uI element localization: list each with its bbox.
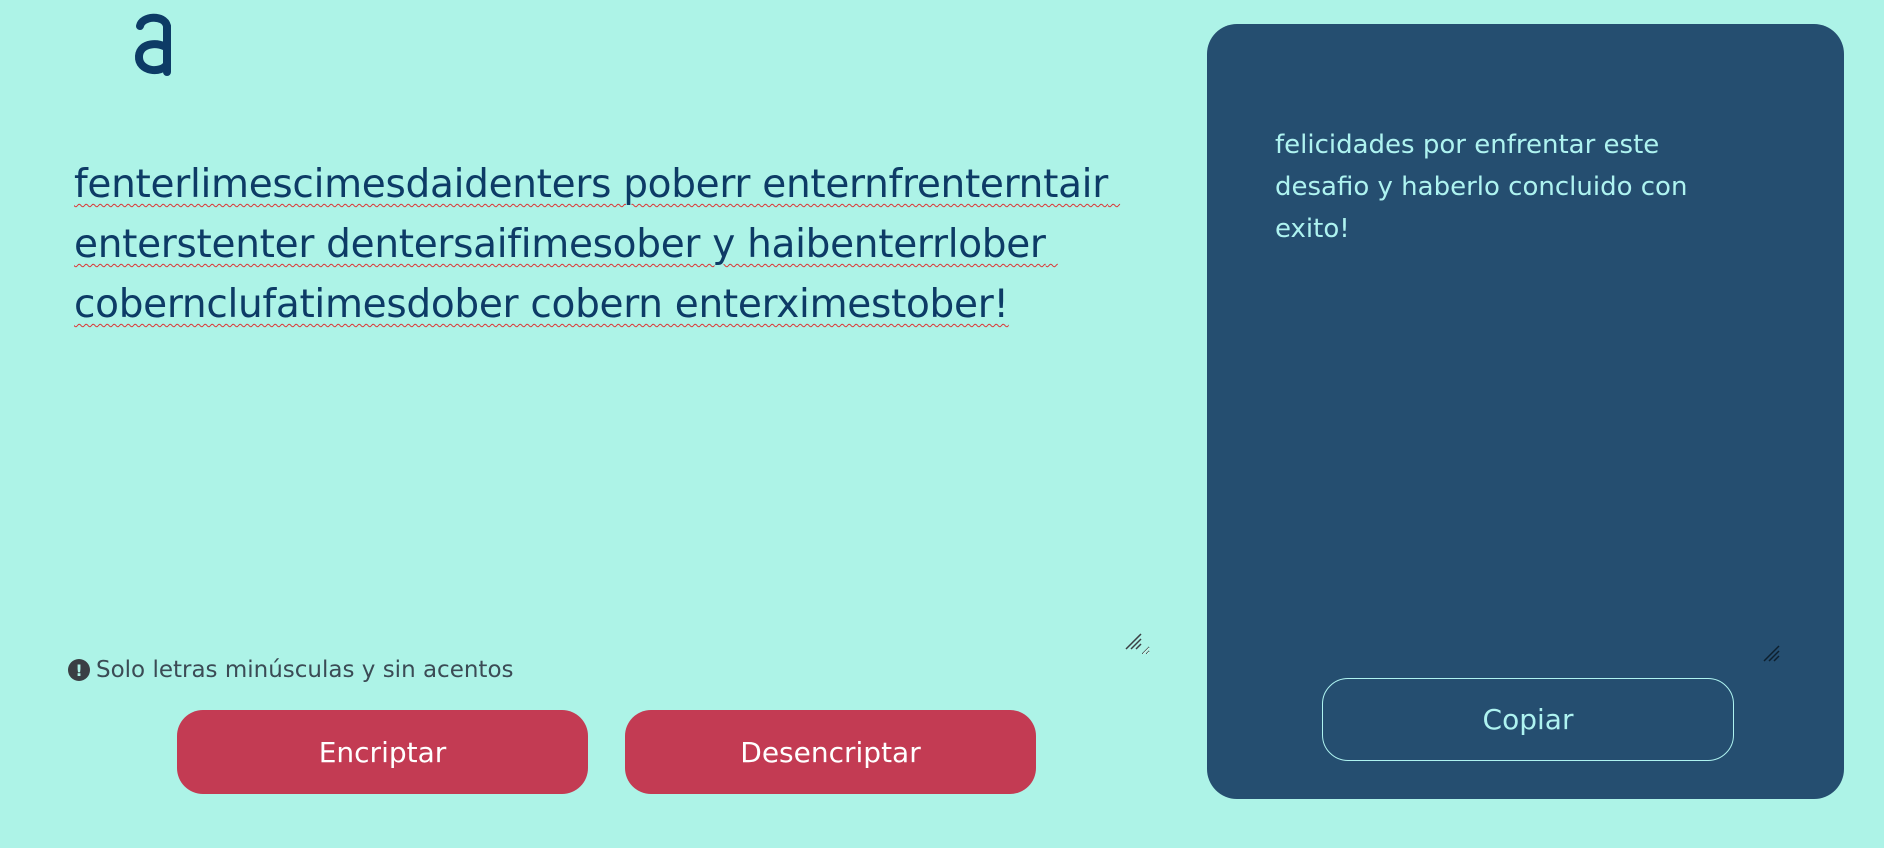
resize-handle-icon[interactable] [1124, 632, 1142, 650]
input-hint: ! Solo letras minúsculas y sin acentos [68, 656, 514, 684]
output-text[interactable]: felicidades por enfrentar este desafio y… [1275, 124, 1755, 250]
message-input[interactable]: fenterlimescimesdaidenters poberr entern… [60, 155, 1150, 655]
resize-handle-icon[interactable] [1762, 644, 1780, 662]
hint-text: Solo letras minúsculas y sin acentos [96, 657, 514, 683]
encrypt-button[interactable]: Encriptar [177, 710, 588, 794]
page: fenterlimescimesdaidenters poberr entern… [0, 0, 1884, 848]
decrypt-button[interactable]: Desencriptar [625, 710, 1036, 794]
exclamation-circle-icon: ! [68, 659, 90, 681]
output-panel: felicidades por enfrentar este desafio y… [1207, 24, 1844, 799]
copy-button[interactable]: Copiar [1322, 678, 1734, 761]
logo-icon [135, 13, 171, 76]
